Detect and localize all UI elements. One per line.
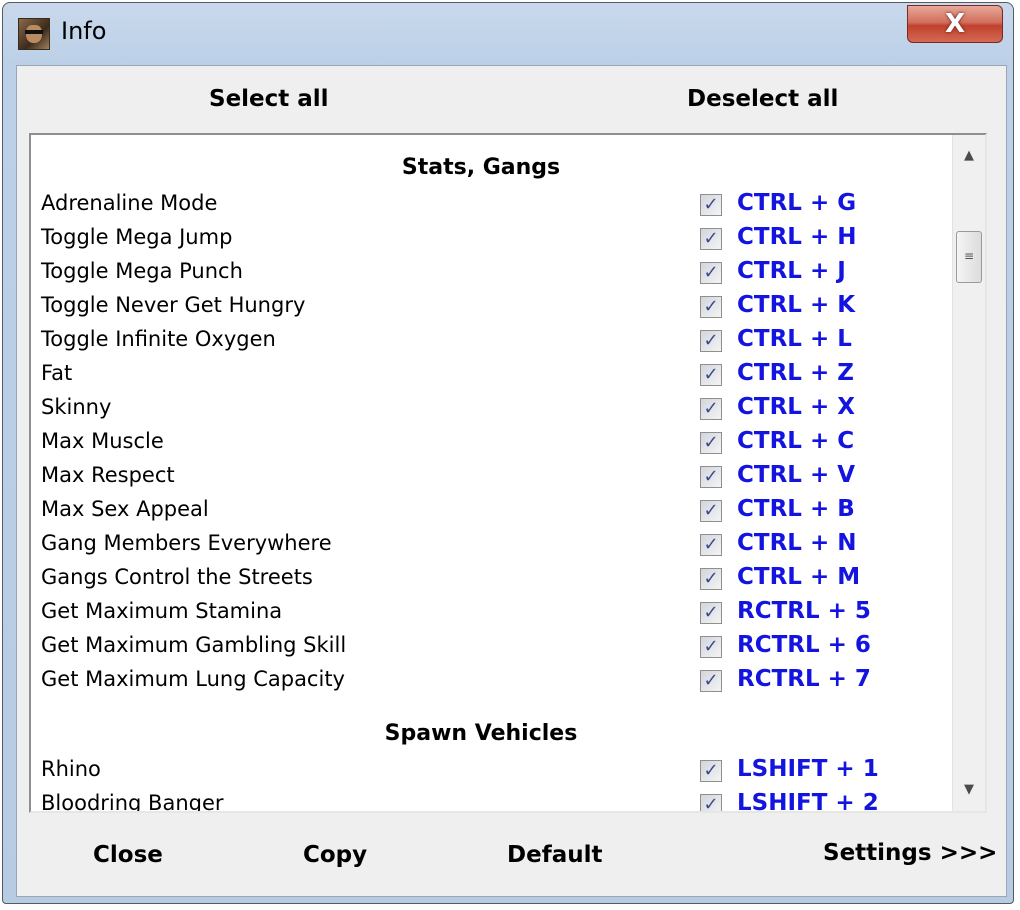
scroll-thumb[interactable]: ≡ xyxy=(956,231,982,283)
cheat-hotkey: CTRL + B xyxy=(737,496,855,522)
cheat-label: Fat xyxy=(41,361,73,385)
cheat-hotkey: CTRL + K xyxy=(737,292,856,318)
cheat-label: Max Respect xyxy=(41,463,175,487)
cheat-label: Skinny xyxy=(41,395,112,419)
list-item[interactable]: Get Maximum Gambling Skill ✓ RCTRL + 6 xyxy=(31,631,951,665)
copy-button[interactable]: Copy xyxy=(303,842,367,868)
cheat-label: Toggle Never Get Hungry xyxy=(41,293,306,317)
cheat-hotkey: CTRL + G xyxy=(737,190,857,216)
list-item[interactable]: Toggle Mega Jump ✓ CTRL + H xyxy=(31,223,951,257)
cheat-checkbox[interactable]: ✓ xyxy=(700,466,722,488)
select-all-button[interactable]: Select all xyxy=(209,86,329,112)
cheat-hotkey: CTRL + X xyxy=(737,394,855,420)
cheat-checkbox[interactable]: ✓ xyxy=(700,432,722,454)
cheat-checkbox[interactable]: ✓ xyxy=(700,636,722,658)
cheat-checkbox[interactable]: ✓ xyxy=(700,262,722,284)
list-item[interactable]: Adrenaline Mode ✓ CTRL + G xyxy=(31,189,951,223)
list-item[interactable]: Gangs Control the Streets ✓ CTRL + M xyxy=(31,563,951,597)
close-button[interactable]: Close xyxy=(93,842,163,868)
cheat-hotkey: RCTRL + 7 xyxy=(737,666,871,692)
list-item[interactable]: Max Respect ✓ CTRL + V xyxy=(31,461,951,495)
cheat-list-content: Stats, Gangs Adrenaline Mode ✓ CTRL + G … xyxy=(31,135,953,811)
list-item[interactable]: Get Maximum Lung Capacity ✓ RCTRL + 7 xyxy=(31,665,951,699)
list-item[interactable]: Bloodring Banger ✓ LSHIFT + 2 xyxy=(31,789,951,811)
cheat-checkbox[interactable]: ✓ xyxy=(700,568,722,590)
cheat-label: Bloodring Banger xyxy=(41,791,224,811)
cheat-checkbox[interactable]: ✓ xyxy=(700,794,722,811)
settings-button[interactable]: Settings >>> xyxy=(823,840,997,866)
dialog-client-area: Select all Deselect all Stats, Gangs Adr… xyxy=(16,65,1007,897)
cheat-checkbox[interactable]: ✓ xyxy=(700,398,722,420)
cheat-label: Get Maximum Stamina xyxy=(41,599,283,623)
cheat-label: Gang Members Everywhere xyxy=(41,531,332,555)
cheat-checkbox[interactable]: ✓ xyxy=(700,194,722,216)
scroll-up-arrow-icon[interactable]: ▲ xyxy=(953,141,985,171)
cheat-hotkey: CTRL + V xyxy=(737,462,856,488)
cheat-label: Gangs Control the Streets xyxy=(41,565,313,589)
cheat-checkbox[interactable]: ✓ xyxy=(700,670,722,692)
list-item[interactable]: Fat ✓ CTRL + Z xyxy=(31,359,951,393)
list-item[interactable]: Toggle Never Get Hungry ✓ CTRL + K xyxy=(31,291,951,325)
window-close-button[interactable]: X xyxy=(907,5,1003,43)
window-title: Info xyxy=(61,17,107,45)
list-item[interactable]: Get Maximum Stamina ✓ RCTRL + 5 xyxy=(31,597,951,631)
cheat-label: Toggle Infinite Oxygen xyxy=(41,327,276,351)
cheat-label: Get Maximum Gambling Skill xyxy=(41,633,347,657)
list-item[interactable]: Max Sex Appeal ✓ CTRL + B xyxy=(31,495,951,529)
cheat-checkbox[interactable]: ✓ xyxy=(700,330,722,352)
cheat-hotkey: LSHIFT + 2 xyxy=(737,790,879,811)
vertical-scrollbar[interactable]: ▲ ≡ ▼ xyxy=(952,135,985,811)
cheat-hotkey: CTRL + Z xyxy=(737,360,854,386)
list-item[interactable]: Toggle Infinite Oxygen ✓ CTRL + L xyxy=(31,325,951,359)
cheat-hotkey: RCTRL + 5 xyxy=(737,598,871,624)
section-header-spawn-vehicles: Spawn Vehicles xyxy=(384,721,578,746)
cheat-checkbox[interactable]: ✓ xyxy=(700,760,722,782)
cheat-label: Adrenaline Mode xyxy=(41,191,218,215)
cheat-checkbox[interactable]: ✓ xyxy=(700,364,722,386)
cheat-checkbox[interactable]: ✓ xyxy=(700,534,722,556)
list-item[interactable]: Gang Members Everywhere ✓ CTRL + N xyxy=(31,529,951,563)
cheat-label: Get Maximum Lung Capacity xyxy=(41,667,345,691)
cheat-checkbox[interactable]: ✓ xyxy=(700,500,722,522)
cheat-checkbox[interactable]: ✓ xyxy=(700,602,722,624)
cheat-label: Max Muscle xyxy=(41,429,164,453)
cheat-label: Max Sex Appeal xyxy=(41,497,209,521)
cheat-label: Rhino xyxy=(41,757,101,781)
default-button[interactable]: Default xyxy=(507,842,602,868)
info-window: Info X Select all Deselect all Stats, Ga… xyxy=(2,2,1014,904)
cheat-label: Toggle Mega Jump xyxy=(41,225,233,249)
cheat-hotkey: CTRL + J xyxy=(737,258,846,284)
cheat-hotkey: CTRL + C xyxy=(737,428,855,454)
list-item[interactable]: Toggle Mega Punch ✓ CTRL + J xyxy=(31,257,951,291)
scroll-down-arrow-icon[interactable]: ▼ xyxy=(953,775,985,805)
cheat-hotkey: CTRL + H xyxy=(737,224,857,250)
list-item[interactable]: Skinny ✓ CTRL + X xyxy=(31,393,951,427)
cheat-hotkey: CTRL + L xyxy=(737,326,852,352)
cheat-checkbox[interactable]: ✓ xyxy=(700,296,722,318)
cheat-hotkey: RCTRL + 6 xyxy=(737,632,871,658)
title-bar[interactable]: Info X xyxy=(3,3,1013,63)
cheat-hotkey: LSHIFT + 1 xyxy=(737,756,879,782)
cheat-list[interactable]: Stats, Gangs Adrenaline Mode ✓ CTRL + G … xyxy=(29,133,987,813)
deselect-all-button[interactable]: Deselect all xyxy=(687,86,838,112)
list-item[interactable]: Max Muscle ✓ CTRL + C xyxy=(31,427,951,461)
cheat-label: Toggle Mega Punch xyxy=(41,259,243,283)
cheat-hotkey: CTRL + N xyxy=(737,530,857,556)
cheat-hotkey: CTRL + M xyxy=(737,564,861,590)
app-icon xyxy=(18,18,50,50)
list-item[interactable]: Rhino ✓ LSHIFT + 1 xyxy=(31,755,951,789)
cheat-checkbox[interactable]: ✓ xyxy=(700,228,722,250)
section-header-stats-gangs: Stats, Gangs xyxy=(401,155,561,180)
